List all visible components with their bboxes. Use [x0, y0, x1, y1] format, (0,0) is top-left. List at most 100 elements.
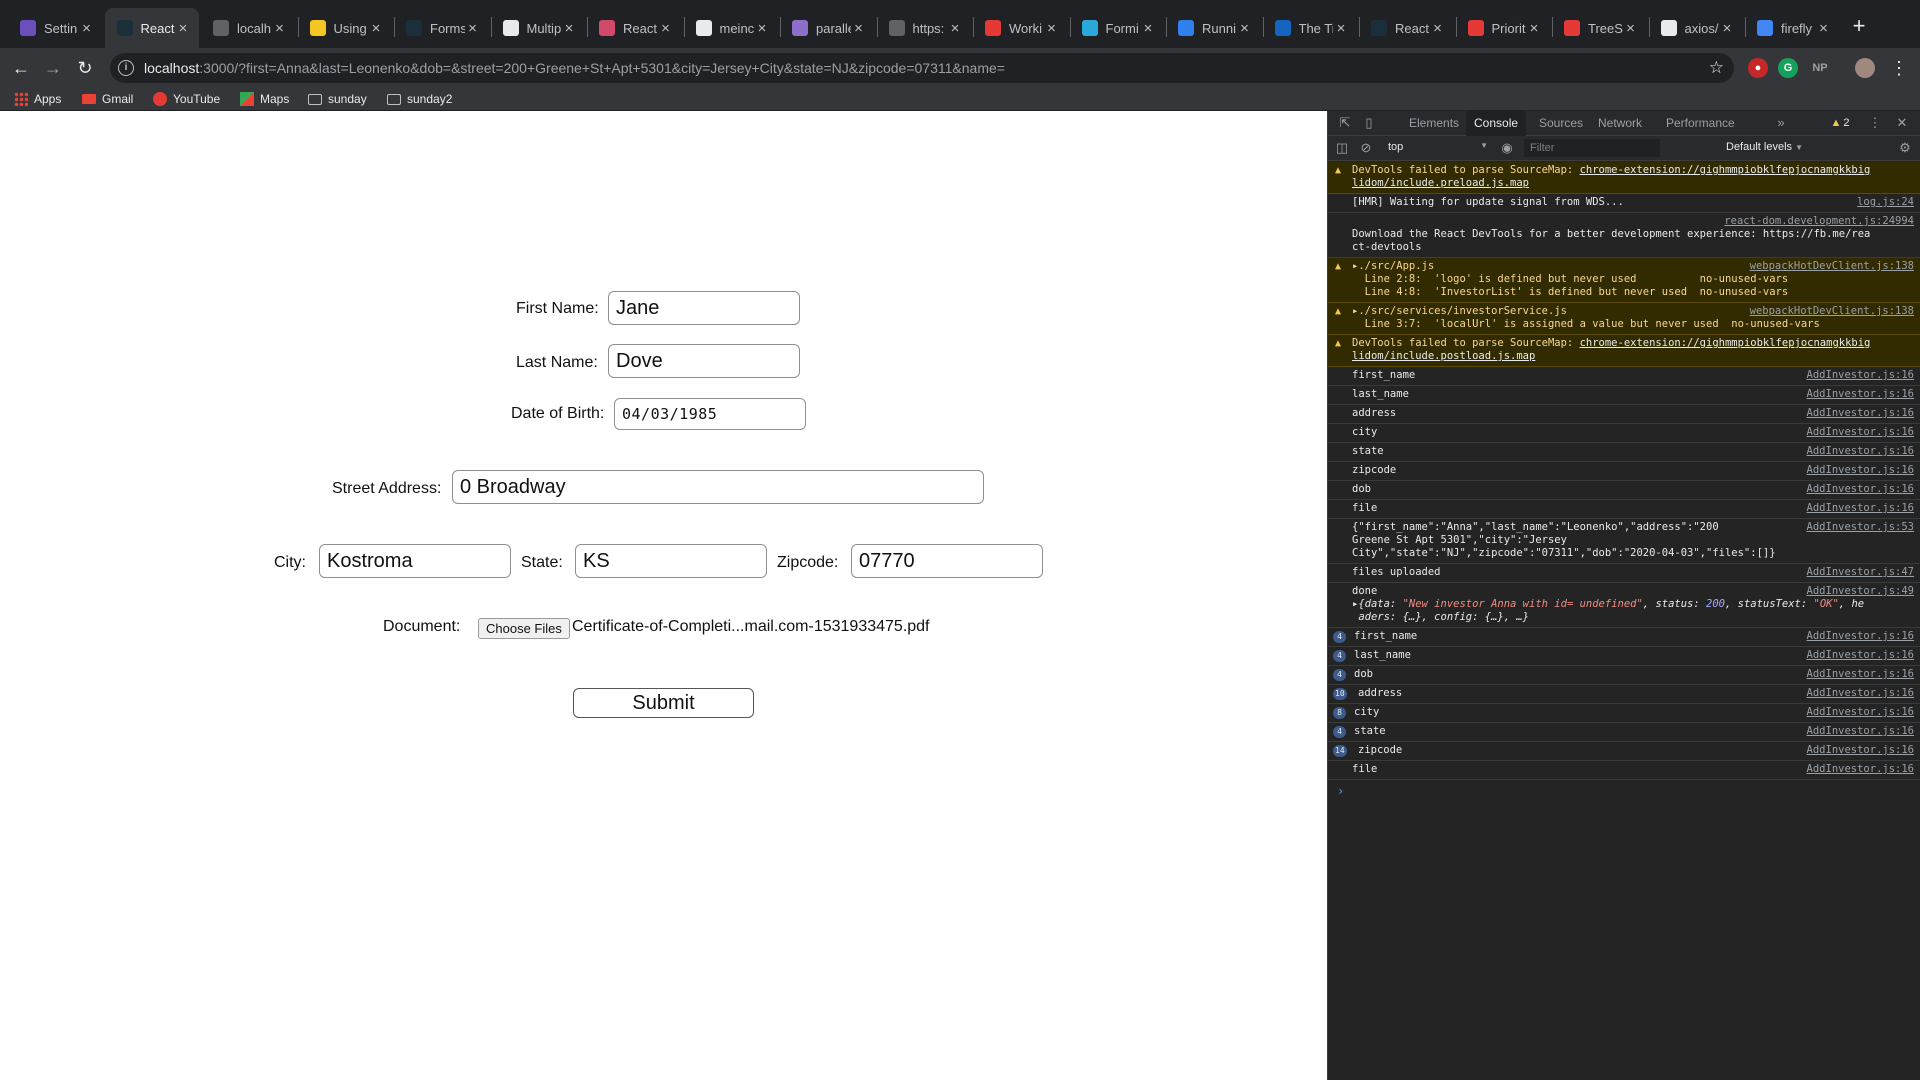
devtools-tab-elements[interactable]: Elements: [1401, 111, 1467, 136]
reload-icon[interactable]: ↻: [74, 57, 96, 79]
console-message[interactable]: city: [1354, 706, 1379, 719]
console-message[interactable]: file: [1352, 502, 1377, 515]
console-message[interactable]: dob: [1354, 668, 1373, 681]
console-message[interactable]: last_name: [1354, 649, 1411, 662]
browser-tab[interactable]: TreeS ×: [1552, 8, 1647, 48]
close-tab-icon[interactable]: ×: [175, 20, 191, 37]
source-link[interactable]: log.js:24: [1857, 196, 1914, 209]
source-link[interactable]: AddInvestor.js:16: [1807, 445, 1914, 458]
source-link[interactable]: AddInvestor.js:16: [1807, 502, 1914, 515]
close-tab-icon[interactable]: ×: [1237, 20, 1253, 37]
source-link[interactable]: AddInvestor.js:16: [1807, 649, 1914, 662]
browser-tab[interactable]: Priorit ×: [1456, 8, 1551, 48]
source-link[interactable]: webpackHotDevClient.js:138: [1750, 305, 1914, 318]
sidebar-toggle-icon[interactable]: ◫: [1335, 141, 1349, 155]
close-tab-icon[interactable]: ×: [1044, 20, 1060, 37]
grammarly-icon[interactable]: G: [1778, 58, 1798, 78]
source-link[interactable]: AddInvestor.js:16: [1807, 483, 1914, 496]
choose-files-button[interactable]: Choose Files: [478, 618, 570, 639]
forward-arrow-icon[interactable]: →: [42, 57, 64, 79]
close-tab-icon[interactable]: ×: [754, 20, 770, 37]
close-tab-icon[interactable]: ×: [1816, 20, 1832, 37]
console-message[interactable]: DevTools failed to parse SourceMap: chro…: [1352, 164, 1870, 190]
source-link[interactable]: webpackHotDevClient.js:138: [1750, 260, 1914, 273]
bookmark-star-icon[interactable]: ☆: [1709, 58, 1724, 78]
zipcode-input[interactable]: 07770: [851, 544, 1043, 578]
source-link[interactable]: AddInvestor.js:16: [1807, 668, 1914, 681]
close-tab-icon[interactable]: ×: [465, 20, 481, 37]
warning-count-badge[interactable]: ▲ 2: [1829, 116, 1851, 130]
context-selector[interactable]: top ▼: [1388, 141, 1488, 156]
bookmark-youtube[interactable]: YouTube: [153, 90, 220, 108]
close-tab-icon[interactable]: ×: [1140, 20, 1156, 37]
last-name-input[interactable]: Dove: [608, 344, 800, 378]
kebab-menu-icon[interactable]: ⋮: [1888, 57, 1910, 79]
source-link[interactable]: AddInvestor.js:16: [1807, 744, 1914, 757]
console-message[interactable]: state: [1354, 725, 1386, 738]
source-link[interactable]: AddInvestor.js:53: [1807, 521, 1914, 534]
console-message[interactable]: dob: [1352, 483, 1371, 496]
browser-tab[interactable]: React ×: [104, 8, 199, 48]
close-tab-icon[interactable]: ×: [947, 20, 963, 37]
devtools-kebab-menu-icon[interactable]: ⋮: [1868, 116, 1882, 130]
browser-tab[interactable]: Forms ×: [394, 8, 489, 48]
console-message[interactable]: address: [1358, 687, 1402, 700]
console-message[interactable]: {"first_name":"Anna","last_name":"Leonen…: [1352, 521, 1776, 560]
browser-tab[interactable]: localh ×: [201, 8, 296, 48]
source-link[interactable]: AddInvestor.js:16: [1807, 407, 1914, 420]
source-link[interactable]: AddInvestor.js:49: [1807, 585, 1914, 598]
new-tab-plus-icon[interactable]: +: [1845, 12, 1873, 40]
close-tab-icon[interactable]: ×: [1430, 20, 1446, 37]
first-name-input[interactable]: Jane: [608, 291, 800, 325]
devtools-tab-performance[interactable]: Performance: [1658, 111, 1743, 136]
console-message[interactable]: last_name: [1352, 388, 1409, 401]
site-info-icon[interactable]: i: [118, 60, 134, 76]
console-message[interactable]: first_name: [1352, 369, 1415, 382]
console-message[interactable]: zipcode: [1358, 744, 1402, 757]
browser-tab[interactable]: The Ti ×: [1263, 8, 1358, 48]
close-tab-icon[interactable]: ×: [368, 20, 384, 37]
devtools-tab-console[interactable]: Console: [1466, 111, 1527, 136]
browser-tab[interactable]: axios/×: [1649, 8, 1744, 48]
source-link[interactable]: AddInvestor.js:47: [1807, 566, 1914, 579]
close-tab-icon[interactable]: ×: [1333, 20, 1349, 37]
console-prompt-chevron-icon[interactable]: ›: [1337, 784, 1344, 798]
avatar[interactable]: [1855, 58, 1875, 78]
state-input[interactable]: KS: [575, 544, 767, 578]
browser-tab[interactable]: React ×: [1359, 8, 1454, 48]
console-message[interactable]: address: [1352, 407, 1396, 420]
console-settings-gear-icon[interactable]: ⚙: [1898, 141, 1912, 155]
source-link[interactable]: AddInvestor.js:16: [1807, 369, 1914, 382]
console-message[interactable]: first_name: [1354, 630, 1417, 643]
street-address-input[interactable]: 0 Broadway: [452, 470, 984, 504]
city-input[interactable]: Kostroma: [319, 544, 511, 578]
clear-console-icon[interactable]: ⊘: [1359, 141, 1373, 155]
bookmark-apps[interactable]: Apps: [14, 90, 61, 108]
browser-tab[interactable]: meinc ×: [684, 8, 779, 48]
source-link[interactable]: AddInvestor.js:16: [1807, 687, 1914, 700]
source-link[interactable]: AddInvestor.js:16: [1807, 464, 1914, 477]
close-tab-icon[interactable]: ×: [1623, 20, 1639, 37]
source-link[interactable]: react-dom.development.js:24994: [1724, 215, 1914, 228]
source-link[interactable]: AddInvestor.js:16: [1807, 388, 1914, 401]
browser-tab[interactable]: Multip ×: [491, 8, 586, 48]
browser-tab[interactable]: https: ×: [877, 8, 972, 48]
source-link[interactable]: AddInvestor.js:16: [1807, 630, 1914, 643]
url-text[interactable]: localhost:3000/?first=Anna&last=Leonenko…: [144, 60, 1005, 76]
browser-tab[interactable]: React ×: [587, 8, 682, 48]
extension-icon[interactable]: ●: [1748, 58, 1768, 78]
address-bar[interactable]: i localhost:3000/?first=Anna&last=Leonen…: [110, 53, 1734, 83]
close-tab-icon[interactable]: ×: [272, 20, 288, 37]
console-message[interactable]: city: [1352, 426, 1377, 439]
bookmark-sunday[interactable]: sunday: [308, 90, 367, 108]
console-message[interactable]: state: [1352, 445, 1384, 458]
bookmark-sunday2[interactable]: sunday2: [387, 90, 452, 108]
devtools-tab-sources[interactable]: Sources: [1531, 111, 1591, 136]
source-link[interactable]: AddInvestor.js:16: [1807, 763, 1914, 776]
console-filter-input[interactable]: Filter: [1524, 139, 1660, 157]
close-tab-icon[interactable]: ×: [561, 20, 577, 37]
more-tabs-chevron-icon[interactable]: »: [1774, 116, 1788, 130]
back-arrow-icon[interactable]: ←: [10, 57, 32, 79]
response-object-preview[interactable]: ▸{data: "New investor Anna with id= unde…: [1352, 598, 1864, 623]
close-tab-icon[interactable]: ×: [79, 20, 95, 37]
